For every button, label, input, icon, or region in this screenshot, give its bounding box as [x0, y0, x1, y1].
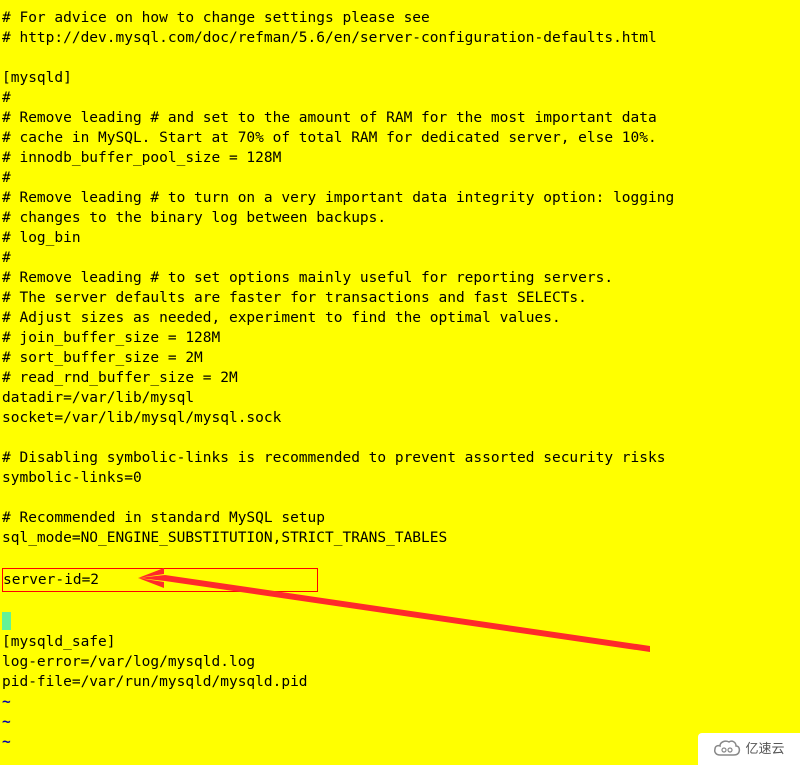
config-line: # innodb_buffer_pool_size = 128M	[2, 148, 798, 168]
config-line: # Remove leading # to set options mainly…	[2, 268, 798, 288]
config-line: [mysqld]	[2, 68, 798, 88]
vim-tilde: ~	[2, 712, 798, 732]
vim-tilde: ~	[2, 692, 798, 712]
config-line: # The server defaults are faster for tra…	[2, 288, 798, 308]
config-line	[2, 592, 798, 612]
cursor	[2, 612, 11, 630]
config-line: # sort_buffer_size = 2M	[2, 348, 798, 368]
cloud-icon	[713, 739, 741, 759]
config-line: #	[2, 88, 798, 108]
config-line: # changes to the binary log between back…	[2, 208, 798, 228]
config-line: # Recommended in standard MySQL setup	[2, 508, 798, 528]
config-line	[2, 548, 798, 568]
config-file-text: # For advice on how to change settings p…	[2, 8, 798, 752]
config-line: symbolic-links=0	[2, 468, 798, 488]
config-line: sql_mode=NO_ENGINE_SUBSTITUTION,STRICT_T…	[2, 528, 798, 548]
config-line	[2, 488, 798, 508]
highlighted-setting: server-id=2	[2, 568, 318, 592]
config-line: # log_bin	[2, 228, 798, 248]
config-line: # For advice on how to change settings p…	[2, 8, 798, 28]
config-line: # cache in MySQL. Start at 70% of total …	[2, 128, 798, 148]
config-line: #	[2, 168, 798, 188]
config-line: #	[2, 248, 798, 268]
config-line: # join_buffer_size = 128M	[2, 328, 798, 348]
config-line: socket=/var/lib/mysql/mysql.sock	[2, 408, 798, 428]
config-line: datadir=/var/lib/mysql	[2, 388, 798, 408]
vim-tilde: ~	[2, 732, 798, 752]
watermark-text: 亿速云	[745, 739, 784, 759]
config-line	[2, 428, 798, 448]
config-line: # http://dev.mysql.com/doc/refman/5.6/en…	[2, 28, 798, 48]
watermark: 亿速云	[698, 733, 800, 765]
config-line: pid-file=/var/run/mysqld/mysqld.pid	[2, 672, 798, 692]
config-line: # Adjust sizes as needed, experiment to …	[2, 308, 798, 328]
config-line: [mysqld_safe]	[2, 632, 798, 652]
config-line: # Disabling symbolic-links is recommende…	[2, 448, 798, 468]
config-line: log-error=/var/log/mysqld.log	[2, 652, 798, 672]
config-line: # Remove leading # to turn on a very imp…	[2, 188, 798, 208]
config-line: # read_rnd_buffer_size = 2M	[2, 368, 798, 388]
config-line: # Remove leading # and set to the amount…	[2, 108, 798, 128]
config-line	[2, 48, 798, 68]
config-line	[2, 612, 798, 632]
